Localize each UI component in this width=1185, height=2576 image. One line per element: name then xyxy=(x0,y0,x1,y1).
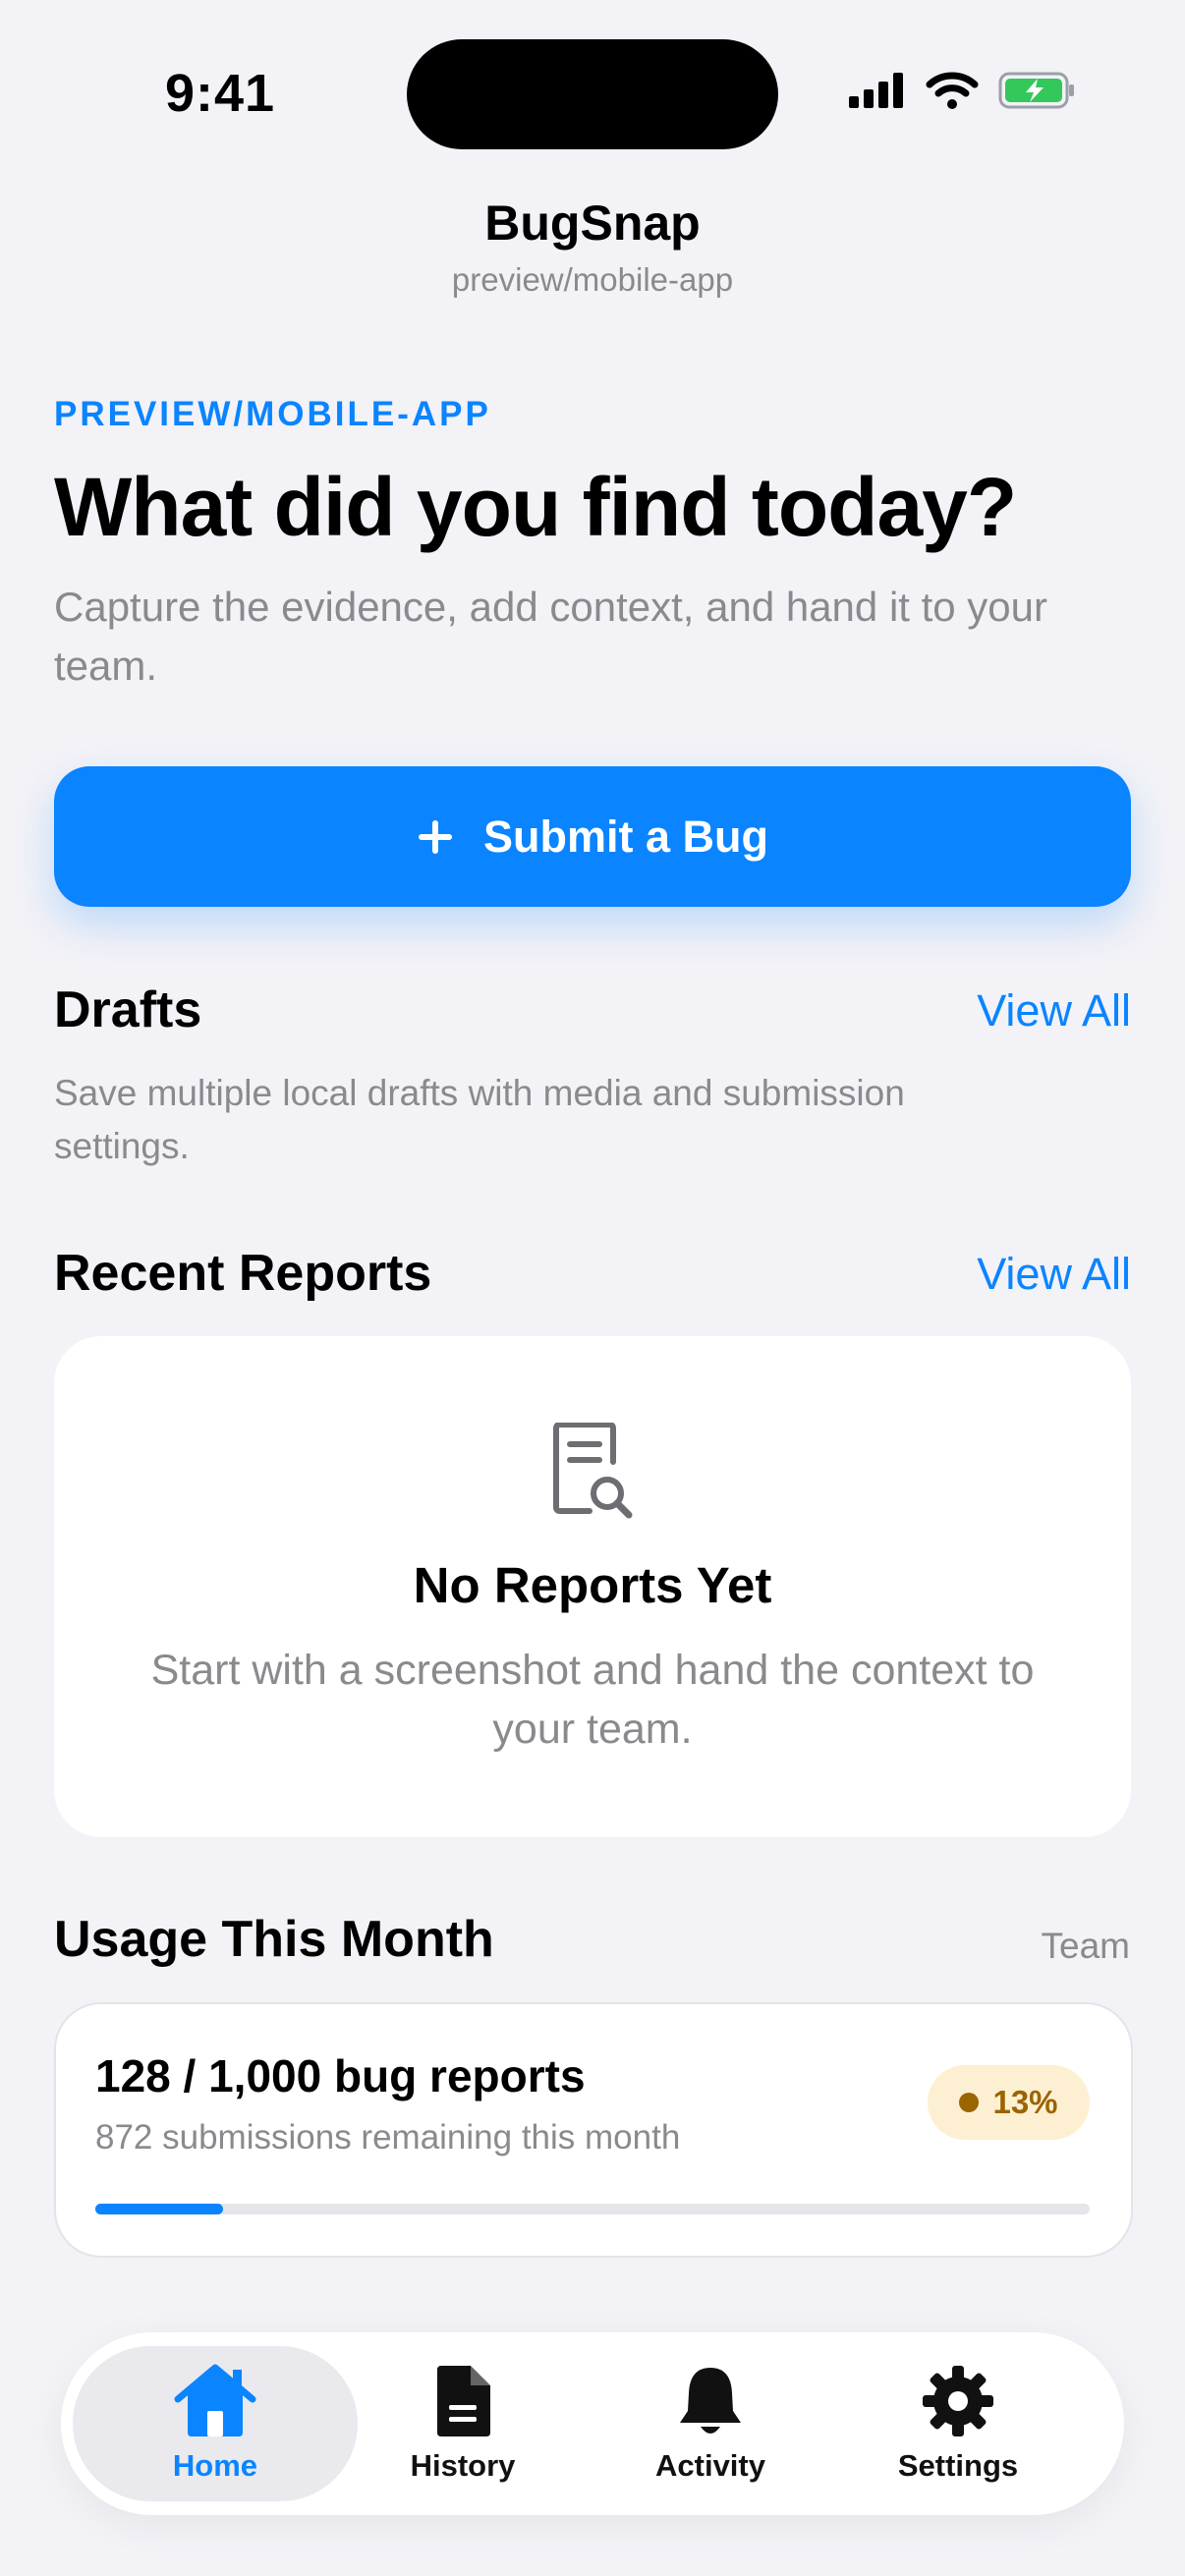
usage-progress-bar xyxy=(95,2204,1090,2214)
plus-icon xyxy=(419,819,452,854)
project-eyebrow: PREVIEW/MOBILE-APP xyxy=(54,395,491,433)
badge-dot xyxy=(959,2093,980,2112)
bell-icon xyxy=(680,2368,741,2434)
tab-settings-label: Settings xyxy=(897,2448,1019,2483)
house-icon xyxy=(174,2364,256,2436)
wifi-icon xyxy=(926,72,979,109)
submit-bug-button[interactable]: Submit a Bug xyxy=(54,766,1131,907)
tab-activity[interactable]: Activity xyxy=(568,2346,853,2501)
usage-percent-badge: 13% xyxy=(928,2065,1090,2140)
submit-bug-label: Submit a Bug xyxy=(483,811,768,862)
status-icons xyxy=(847,71,1077,110)
recent-reports-title: Recent Reports xyxy=(54,1245,432,1302)
tab-history-label: History xyxy=(410,2448,516,2483)
battery-charging-icon xyxy=(998,72,1074,109)
cellular-signal-icon xyxy=(849,73,903,108)
drafts-title: Drafts xyxy=(54,981,202,1038)
recent-reports-view-all-link[interactable]: View All xyxy=(977,1249,1131,1300)
status-time: 9:41 xyxy=(165,64,276,123)
hero-description: Capture the evidence, add context, and h… xyxy=(54,584,1048,689)
drafts-view-all-link[interactable]: View All xyxy=(977,985,1131,1036)
app-title: BugSnap xyxy=(484,196,701,251)
tab-history[interactable]: History xyxy=(320,2346,605,2501)
usage-remaining: 872 submissions remaining this month xyxy=(95,2118,681,2156)
usage-count: 128 / 1,000 bug reports xyxy=(95,2050,586,2101)
drafts-description: Save multiple local drafts with media an… xyxy=(54,1073,905,1166)
tab-settings[interactable]: Settings xyxy=(816,2346,1100,2501)
usage-title: Usage This Month xyxy=(54,1911,494,1968)
tab-home[interactable]: Home xyxy=(73,2346,358,2501)
document-icon xyxy=(437,2366,490,2436)
usage-percent-label: 13% xyxy=(992,2084,1058,2120)
tab-home-label: Home xyxy=(172,2448,258,2483)
app-subtitle: preview/mobile-app xyxy=(451,261,734,298)
hero-title: What did you find today? xyxy=(54,461,1017,553)
tab-activity-label: Activity xyxy=(655,2448,765,2483)
usage-scope-label: Team xyxy=(1041,1926,1130,1966)
gear-icon xyxy=(923,2366,993,2436)
usage-progress-fill xyxy=(95,2204,223,2214)
empty-state-title: No Reports Yet xyxy=(413,1557,772,1613)
document-search-icon xyxy=(553,1423,633,1519)
empty-state-description: Start with a screenshot and hand the con… xyxy=(150,1647,1035,1753)
tab-bar: Home History Activity Settings xyxy=(61,2332,1124,2515)
dynamic-island xyxy=(407,39,778,149)
